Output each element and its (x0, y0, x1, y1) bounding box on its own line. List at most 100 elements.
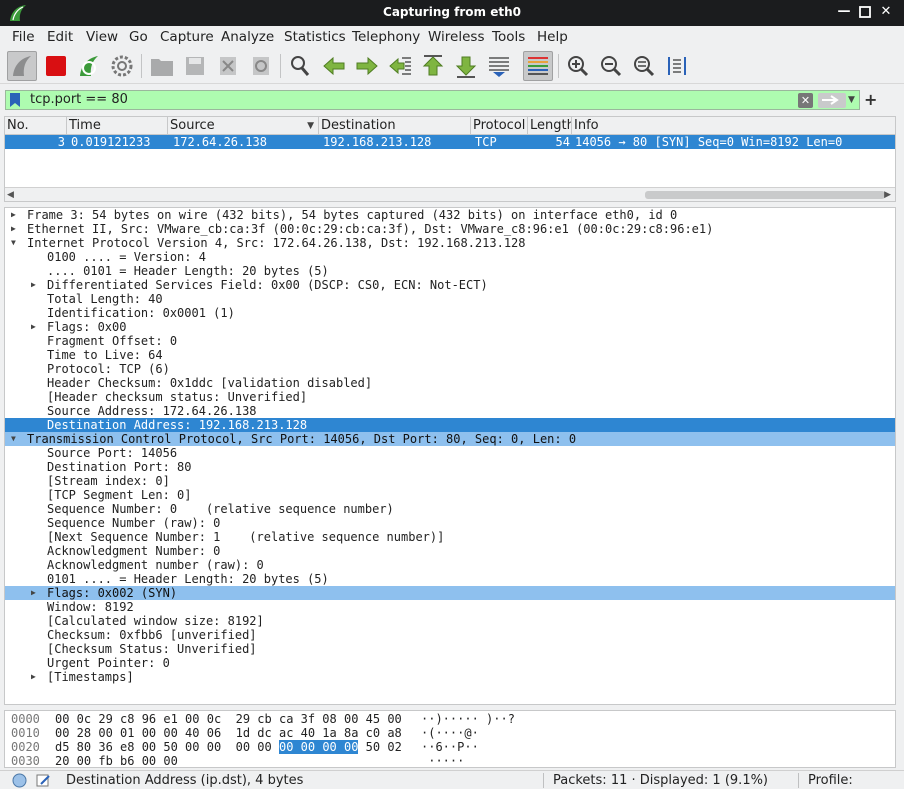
open-file-icon[interactable] (147, 51, 177, 81)
menu-wireless[interactable]: Wireless (428, 29, 485, 45)
colorize-icon[interactable] (523, 51, 553, 81)
expert-info-icon[interactable] (12, 773, 27, 788)
scroll-thumb[interactable] (645, 191, 885, 199)
menu-file[interactable]: File (12, 29, 35, 45)
maximize-icon[interactable] (857, 4, 873, 20)
column-header-info[interactable]: Info (572, 117, 895, 135)
column-header-time[interactable]: Time (67, 117, 168, 135)
menu-view[interactable]: View (86, 29, 118, 45)
clear-filter-icon[interactable]: ✕ (798, 93, 813, 108)
zoom-normal-icon[interactable] (629, 51, 659, 81)
column-header-length[interactable]: Length (528, 117, 572, 135)
filter-dropdown-icon[interactable]: ▼ (848, 92, 860, 108)
detail-row[interactable]: Fragment Offset: 0 (5, 334, 895, 348)
detail-row[interactable]: Source Address: 172.64.26.138 (5, 404, 895, 418)
detail-row[interactable]: 0101 .... = Header Length: 20 bytes (5) (5, 572, 895, 586)
detail-row[interactable]: 0100 .... = Version: 4 (5, 250, 895, 264)
first-packet-icon[interactable] (418, 51, 448, 81)
detail-row[interactable]: ▶ Ethernet II, Src: VMware_cb:ca:3f (00:0… (5, 222, 895, 236)
detail-row[interactable]: Header Checksum: 0x1ddc [validation disa… (5, 376, 895, 390)
autoscroll-icon[interactable] (484, 51, 514, 81)
menu-statistics[interactable]: Statistics (284, 29, 346, 45)
detail-row[interactable]: Acknowledgment number (raw): 0 (5, 558, 895, 572)
menu-help[interactable]: Help (537, 29, 568, 45)
menu-tools[interactable]: Tools (492, 29, 525, 45)
detail-row[interactable]: Identification: 0x0001 (1) (5, 306, 895, 320)
detail-row[interactable]: Total Length: 40 (5, 292, 895, 306)
packet-row[interactable]: 3 0.019121233 172.64.26.138 192.168.213.… (5, 135, 895, 149)
menu-edit[interactable]: Edit (47, 29, 73, 45)
capture-options-icon[interactable] (107, 51, 137, 81)
detail-text: Destination Port: 80 (47, 460, 192, 474)
collapse-arrow-icon[interactable]: ▼ (11, 432, 21, 446)
detail-row[interactable]: ▶ Differentiated Services Field: 0x00 (DS… (5, 278, 895, 292)
stop-capture-icon[interactable] (41, 51, 71, 81)
go-forward-icon[interactable] (352, 51, 382, 81)
collapse-arrow-icon[interactable]: ▼ (11, 236, 21, 250)
detail-row[interactable]: [Checksum Status: Unverified] (5, 642, 895, 656)
detail-row[interactable]: [Header checksum status: Unverified] (5, 390, 895, 404)
menu-capture[interactable]: Capture (160, 29, 214, 45)
column-header-source[interactable]: Source ▼ (168, 117, 319, 135)
detail-row[interactable]: ▶ Frame 3: 54 bytes on wire (432 bits), 5… (5, 208, 895, 222)
detail-row[interactable]: [Next Sequence Number: 1 (relative seque… (5, 530, 895, 544)
expand-arrow-icon[interactable]: ▶ (11, 208, 21, 222)
save-file-icon[interactable] (180, 51, 210, 81)
menu-analyze[interactable]: Analyze (221, 29, 274, 45)
find-packet-icon[interactable] (285, 51, 315, 81)
capture-comment-icon[interactable] (36, 773, 51, 788)
bookmark-icon[interactable] (10, 93, 20, 107)
detail-row[interactable]: Window: 8192 (5, 600, 895, 614)
menu-go[interactable]: Go (129, 29, 148, 45)
detail-row[interactable]: ▼ Internet Protocol Version 4, Src: 172.6… (5, 236, 895, 250)
minimize-icon[interactable]: — (836, 4, 852, 20)
detail-row[interactable]: Checksum: 0xfbb6 [unverified] (5, 628, 895, 642)
restart-capture-icon[interactable] (74, 51, 104, 81)
detail-row[interactable]: Destination Port: 80 (5, 460, 895, 474)
last-packet-icon[interactable] (451, 51, 481, 81)
packet-details-tree: ▶ Frame 3: 54 bytes on wire (432 bits), 5… (4, 207, 896, 705)
detail-row[interactable]: Urgent Pointer: 0 (5, 656, 895, 670)
scroll-right-icon[interactable]: ▶ (884, 188, 891, 202)
expand-arrow-icon[interactable]: ▶ (11, 222, 21, 236)
detail-row[interactable]: ▼ Transmission Control Protocol, Src Port… (5, 432, 895, 446)
zoom-in-icon[interactable] (563, 51, 593, 81)
close-window-icon[interactable]: ✕ (878, 4, 894, 20)
go-to-packet-icon[interactable] (385, 51, 415, 81)
detail-row[interactable]: ▶ Flags: 0x002 (SYN) (5, 586, 895, 600)
zoom-out-icon[interactable] (596, 51, 626, 81)
detail-text: Checksum: 0xfbb6 [unverified] (47, 628, 257, 642)
detail-row[interactable]: Source Port: 14056 (5, 446, 895, 460)
reload-file-icon[interactable] (246, 51, 276, 81)
packet-list-hscrollbar[interactable]: ◀ ▶ (5, 187, 895, 201)
detail-row[interactable]: Acknowledgment Number: 0 (5, 544, 895, 558)
display-filter-input[interactable]: tcp.port == 80 (30, 92, 128, 107)
column-header-no[interactable]: No. (5, 117, 67, 135)
status-profile[interactable]: Profile: Default (808, 773, 904, 789)
expand-arrow-icon[interactable]: ▶ (31, 320, 41, 334)
apply-filter-icon[interactable] (818, 93, 846, 108)
expand-arrow-icon[interactable]: ▶ (31, 278, 41, 292)
resize-columns-icon[interactable] (662, 51, 692, 81)
detail-row[interactable]: ▶ [Timestamps] (5, 670, 895, 684)
detail-row[interactable]: Sequence Number (raw): 0 (5, 516, 895, 530)
detail-row[interactable]: ▶ Flags: 0x00 (5, 320, 895, 334)
detail-row[interactable]: Protocol: TCP (6) (5, 362, 895, 376)
close-file-icon[interactable] (213, 51, 243, 81)
column-header-protocol[interactable]: Protocol (471, 117, 528, 135)
go-back-icon[interactable] (319, 51, 349, 81)
add-filter-button-icon[interactable]: + (864, 90, 877, 109)
detail-row[interactable]: [Calculated window size: 8192] (5, 614, 895, 628)
detail-row[interactable]: [Stream index: 0] (5, 474, 895, 488)
column-header-destination[interactable]: Destination (319, 117, 471, 135)
detail-row[interactable]: Sequence Number: 0 (relative sequence nu… (5, 502, 895, 516)
scroll-left-icon[interactable]: ◀ (7, 188, 14, 202)
detail-row[interactable]: .... 0101 = Header Length: 20 bytes (5) (5, 264, 895, 278)
detail-row[interactable]: [TCP Segment Len: 0] (5, 488, 895, 502)
detail-row[interactable]: Destination Address: 192.168.213.128 (5, 418, 895, 432)
expand-arrow-icon[interactable]: ▶ (31, 670, 41, 684)
detail-row[interactable]: Time to Live: 64 (5, 348, 895, 362)
menu-telephony[interactable]: Telephony (352, 29, 420, 45)
shark-fin-start-icon[interactable] (7, 51, 37, 81)
expand-arrow-icon[interactable]: ▶ (31, 586, 41, 600)
